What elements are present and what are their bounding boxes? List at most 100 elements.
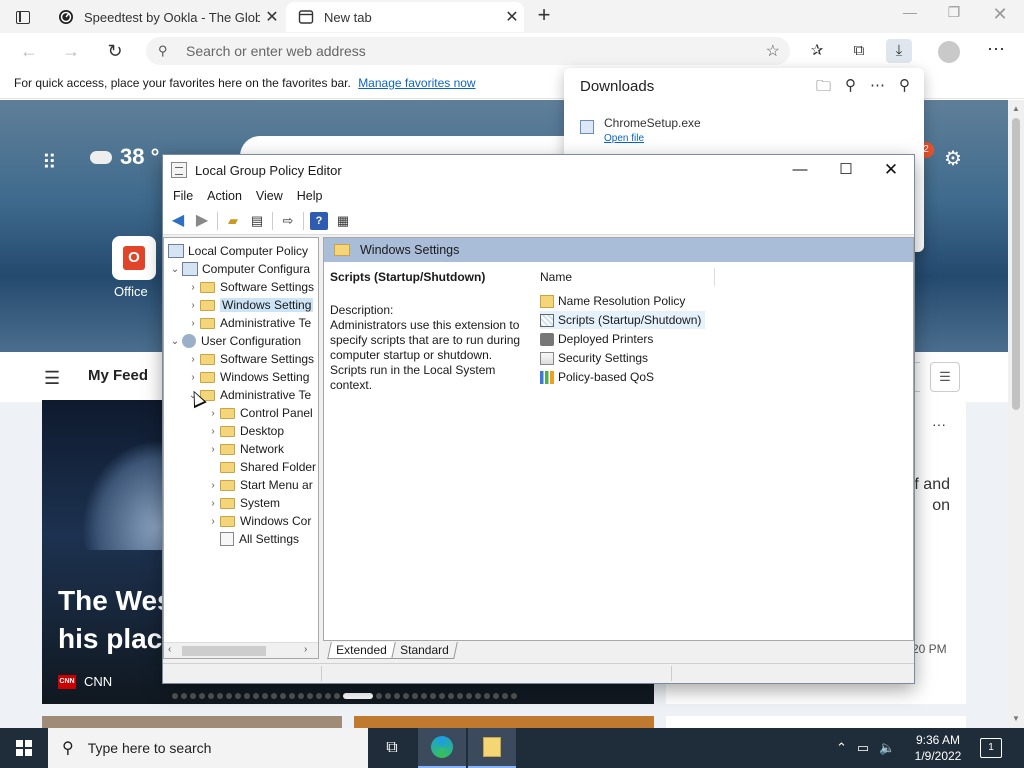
- carousel-dots[interactable]: [172, 691, 532, 701]
- expand-icon[interactable]: ›: [206, 444, 220, 455]
- tree-pane[interactable]: Local Computer Policy ⌄ Computer Configur…: [163, 237, 319, 659]
- page-scrollbar[interactable]: ▲ ▼: [1008, 100, 1024, 728]
- task-view-button[interactable]: ⧉: [368, 728, 416, 768]
- downloads-icon[interactable]: ⤓: [886, 39, 912, 63]
- help-icon[interactable]: ?: [310, 211, 328, 230]
- close-window-button[interactable]: ✕: [868, 155, 914, 185]
- network-icon[interactable]: ▭: [857, 740, 869, 756]
- restore-button[interactable]: ❐: [934, 4, 974, 26]
- list-item[interactable]: Policy-based QoS: [540, 368, 654, 386]
- menu-view[interactable]: View: [256, 189, 283, 203]
- expand-icon[interactable]: ›: [186, 300, 200, 311]
- start-button[interactable]: [0, 728, 48, 768]
- new-tab-button[interactable]: +: [532, 3, 556, 29]
- tree-node[interactable]: › Control Panel: [206, 404, 312, 422]
- forward-button[interactable]: →: [60, 40, 82, 62]
- volume-muted-icon[interactable]: 🔈: [879, 740, 895, 756]
- expand-icon[interactable]: ›: [186, 318, 200, 329]
- export-list-icon[interactable]: ⇨: [279, 212, 297, 230]
- tree-node[interactable]: › Software Settings: [186, 350, 314, 368]
- more-options-icon[interactable]: ⋯: [870, 76, 885, 101]
- forward-arrow-icon[interactable]: ▶: [193, 212, 211, 230]
- show-hide-tree-icon[interactable]: ▤: [248, 212, 266, 230]
- settings-more-icon[interactable]: ⋯: [984, 39, 1008, 60]
- download-item[interactable]: ChromeSetup.exe Open file: [580, 116, 701, 144]
- tree-node[interactable]: › System: [206, 494, 280, 512]
- window-titlebar[interactable]: Local Group Policy Editor — ☐ ✕: [163, 155, 914, 185]
- office-tile[interactable]: O: [112, 236, 156, 280]
- properties-icon[interactable]: ▦: [334, 212, 352, 230]
- tab-close-icon[interactable]: ✕: [500, 7, 524, 27]
- minimize-button[interactable]: —: [777, 155, 823, 185]
- open-folder-icon[interactable]: 🗀: [816, 76, 831, 101]
- maximize-button[interactable]: ☐: [823, 155, 869, 185]
- news-card-thumb[interactable]: [354, 716, 654, 728]
- tree-node-selected[interactable]: › Windows Setting: [186, 296, 314, 314]
- tree-node[interactable]: All Settings: [206, 530, 299, 548]
- item-list[interactable]: Name Name Resolution Policy Scripts (Sta…: [526, 262, 913, 640]
- menu-icon[interactable]: ☰: [44, 368, 60, 389]
- tree-node[interactable]: ⌄ User Configuration: [168, 332, 301, 350]
- scroll-up-icon[interactable]: ▲: [1012, 104, 1020, 113]
- list-item-selected[interactable]: Scripts (Startup/Shutdown): [540, 311, 706, 329]
- news-card-thumb[interactable]: [666, 716, 966, 728]
- expand-icon[interactable]: ›: [206, 480, 220, 491]
- tree-node[interactable]: Shared Folder: [206, 458, 316, 476]
- news-card-thumb[interactable]: [42, 716, 342, 728]
- tab-close-icon[interactable]: ✕: [260, 7, 284, 27]
- refresh-button[interactable]: ↻: [104, 40, 126, 62]
- favorites-icon[interactable]: ✰: [804, 39, 830, 63]
- tree-node[interactable]: › Software Settings: [186, 278, 314, 296]
- tab-actions-button[interactable]: [8, 6, 38, 28]
- expand-icon[interactable]: ›: [206, 408, 220, 419]
- notifications-icon[interactable]: 1: [980, 738, 1002, 758]
- tab-new-tab[interactable]: New tab ✕: [286, 2, 524, 32]
- feed-title[interactable]: My Feed: [88, 367, 148, 384]
- collapse-icon[interactable]: ⌄: [168, 336, 182, 347]
- tree-node[interactable]: ⌄ Computer Configura: [168, 260, 310, 278]
- tree-node[interactable]: › Administrative Te: [186, 314, 311, 332]
- close-browser-button[interactable]: ✕: [980, 4, 1020, 26]
- tab-extended[interactable]: Extended: [327, 642, 396, 659]
- list-item[interactable]: Security Settings: [540, 349, 648, 367]
- back-button[interactable]: ←: [18, 40, 40, 62]
- taskbar-search[interactable]: ⚲ Type here to search: [48, 728, 368, 768]
- tree-horizontal-scrollbar[interactable]: ‹ ›: [164, 642, 318, 658]
- expand-icon[interactable]: ›: [206, 426, 220, 437]
- scrollbar-thumb[interactable]: [182, 646, 266, 656]
- expand-icon[interactable]: ›: [206, 498, 220, 509]
- collapse-icon[interactable]: ⌄: [168, 264, 182, 275]
- profile-avatar[interactable]: [938, 41, 960, 63]
- scroll-down-icon[interactable]: ▼: [1012, 714, 1020, 723]
- tree-node[interactable]: › Windows Setting: [186, 368, 309, 386]
- back-arrow-icon[interactable]: ◀: [169, 212, 187, 230]
- minimize-button[interactable]: —: [890, 4, 930, 26]
- tree-node[interactable]: › Network: [206, 440, 284, 458]
- search-downloads-icon[interactable]: ⚲: [845, 76, 856, 101]
- list-view-button[interactable]: ☰: [930, 362, 960, 392]
- tab-speedtest[interactable]: Speedtest by Ookla - The Global ✕: [46, 2, 284, 32]
- expand-icon[interactable]: ›: [186, 354, 200, 365]
- edge-taskbar-button[interactable]: [418, 728, 466, 768]
- app-launcher-icon[interactable]: ⠿: [42, 150, 57, 175]
- tree-node[interactable]: › Desktop: [206, 422, 284, 440]
- expand-icon[interactable]: ›: [206, 516, 220, 527]
- scrollbar-thumb[interactable]: [1012, 118, 1020, 410]
- manage-favorites-link[interactable]: Manage favorites now: [358, 76, 475, 90]
- menu-help[interactable]: Help: [297, 189, 323, 203]
- column-header-name[interactable]: Name: [540, 270, 572, 284]
- list-item[interactable]: Deployed Printers: [540, 330, 653, 348]
- scroll-right-icon[interactable]: ›: [304, 644, 307, 655]
- clock[interactable]: 9:36 AM 1/9/2022: [906, 732, 970, 764]
- up-folder-icon[interactable]: ▰: [224, 212, 242, 230]
- gpedit-taskbar-button[interactable]: [468, 728, 516, 768]
- tray-overflow-icon[interactable]: ⌃: [836, 740, 847, 756]
- add-favorite-icon[interactable]: ☆: [766, 41, 780, 61]
- tree-node[interactable]: Local Computer Policy: [168, 242, 308, 260]
- tree-node[interactable]: › Start Menu ar: [206, 476, 312, 494]
- weather-widget[interactable]: 38 °: [90, 144, 159, 170]
- expand-icon[interactable]: ›: [186, 282, 200, 293]
- menu-file[interactable]: File: [173, 189, 193, 203]
- tree-node[interactable]: › Windows Cor: [206, 512, 311, 530]
- collections-icon[interactable]: ⧉: [846, 39, 872, 63]
